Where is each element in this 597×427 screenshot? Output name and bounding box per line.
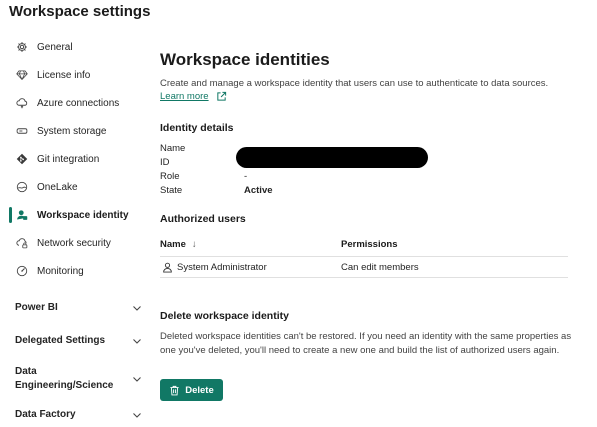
gear-icon <box>15 40 29 54</box>
person-icon <box>162 262 173 273</box>
section-label: Data Factory <box>15 409 76 420</box>
sidebar-item-monitoring[interactable]: Monitoring <box>9 260 149 282</box>
storage-icon <box>15 124 29 138</box>
identity-name-label: Name <box>160 143 186 154</box>
sidebar-item-label: OneLake <box>37 181 78 193</box>
table-row[interactable]: System Administrator Can edit members <box>160 258 568 278</box>
main-description: Create and manage a workspace identity t… <box>160 78 549 89</box>
page-title: Workspace settings <box>9 3 151 20</box>
chevron-down-icon <box>132 410 142 420</box>
sidebar-item-label: Azure connections <box>37 97 120 109</box>
identity-role-label: Role <box>160 171 180 182</box>
identity-icon <box>15 208 29 222</box>
cloud-plug-icon <box>15 96 29 110</box>
section-label: Data Engineering/Science <box>15 366 114 391</box>
git-icon <box>15 152 29 166</box>
delete-description: Deleted workspace identities can't be re… <box>160 331 572 356</box>
section-delegated-settings[interactable]: Delegated Settings <box>15 335 142 346</box>
sidebar-item-azure-connections[interactable]: Azure connections <box>9 92 149 114</box>
gauge-icon <box>15 264 29 278</box>
sidebar-item-label: Git integration <box>37 153 100 165</box>
authorized-users-heading: Authorized users <box>160 213 246 225</box>
column-header-name[interactable]: Name ↓ <box>160 239 197 250</box>
delete-button[interactable]: Delete <box>160 379 223 401</box>
main-title: Workspace identities <box>160 50 330 69</box>
sidebar-item-label: System storage <box>37 125 107 137</box>
delete-button-label: Delete <box>185 384 214 396</box>
identity-state-value: Active <box>244 185 273 196</box>
section-label: Delegated Settings <box>15 335 106 346</box>
sidebar-item-label: Monitoring <box>37 265 84 277</box>
user-name: System Administrator <box>177 262 267 273</box>
redaction-mark <box>236 147 428 168</box>
learn-more-label: Learn more <box>160 91 209 102</box>
sort-arrow-icon: ↓ <box>191 239 197 250</box>
settings-sidebar: General License info Azure connections S… <box>0 32 150 427</box>
identity-state-label: State <box>160 185 183 196</box>
section-power-bi[interactable]: Power BI <box>15 302 142 313</box>
onelake-icon <box>15 180 29 194</box>
sidebar-item-onelake[interactable]: OneLake <box>9 176 149 198</box>
sidebar-item-label: Workspace identity <box>37 209 129 221</box>
sidebar-item-general[interactable]: General <box>9 36 149 58</box>
trash-icon <box>169 385 180 396</box>
delete-heading: Delete workspace identity <box>160 310 289 322</box>
identity-role-value: - <box>244 171 248 182</box>
user-cell: System Administrator <box>162 262 267 273</box>
section-data-factory[interactable]: Data Factory <box>15 409 142 420</box>
sidebar-item-label: General <box>37 41 73 53</box>
sidebar-item-label: License info <box>37 69 91 81</box>
sidebar-item-system-storage[interactable]: System storage <box>9 120 149 142</box>
chevron-down-icon <box>132 336 142 346</box>
column-header-permissions: Permissions <box>341 239 398 250</box>
sidebar-item-network-security[interactable]: Network security <box>9 232 149 254</box>
cloud-lock-icon <box>15 236 29 250</box>
external-link-icon <box>216 91 227 102</box>
chevron-down-icon <box>132 303 142 313</box>
diamond-icon <box>15 68 29 82</box>
table-header: Name ↓ Permissions <box>160 237 568 257</box>
identity-details-heading: Identity details <box>160 122 234 134</box>
section-data-engineering-science[interactable]: Data Engineering/Science <box>15 365 142 393</box>
sidebar-item-workspace-identity[interactable]: Workspace identity <box>9 204 149 226</box>
sidebar-item-license-info[interactable]: License info <box>9 64 149 86</box>
user-permission: Can edit members <box>341 262 419 273</box>
identity-id-label: ID <box>160 157 170 168</box>
sidebar-item-label: Network security <box>37 237 111 249</box>
sidebar-item-git-integration[interactable]: Git integration <box>9 148 149 170</box>
chevron-down-icon <box>132 374 142 384</box>
learn-more-link[interactable]: Learn more <box>160 91 227 102</box>
section-label: Power BI <box>15 302 58 313</box>
